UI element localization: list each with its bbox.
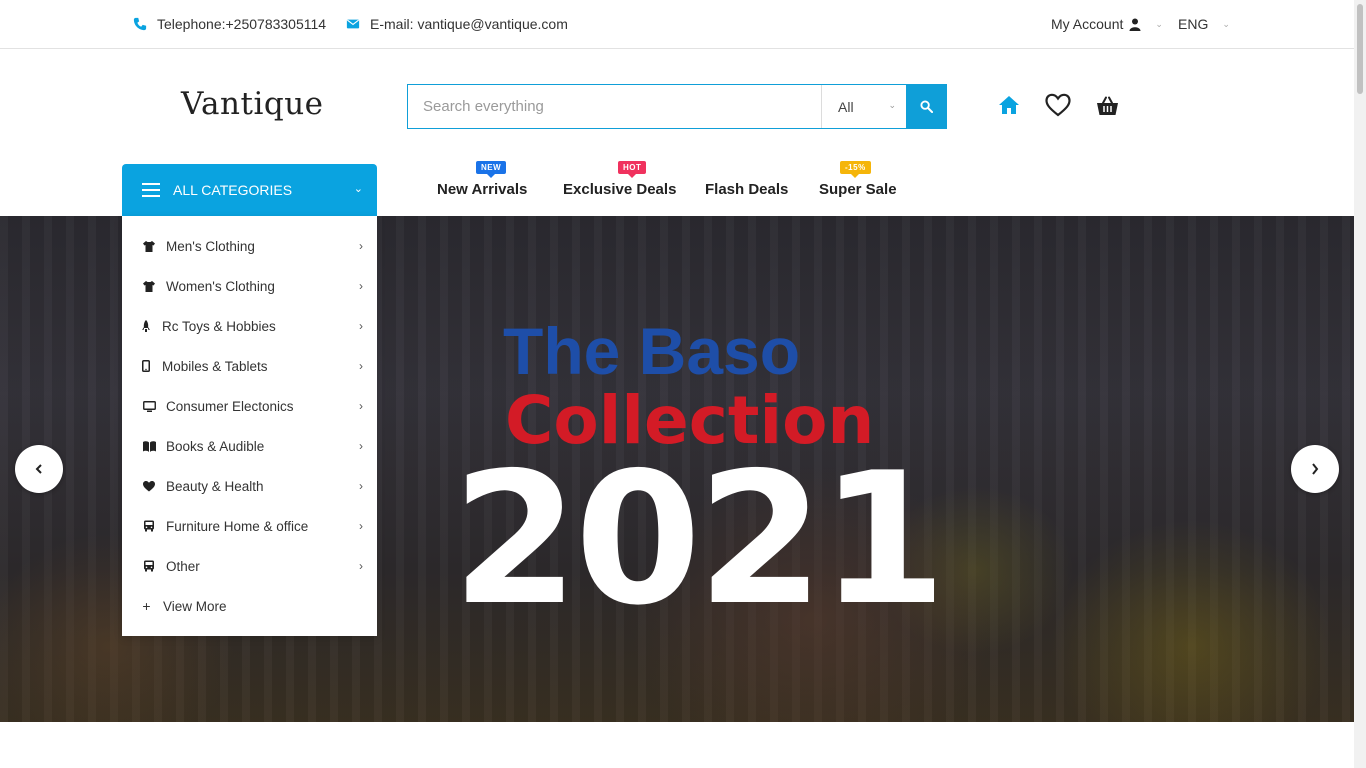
category-label: Women's Clothing (166, 278, 275, 294)
nav-super-sale[interactable]: Super Sale (819, 181, 897, 198)
home-icon (999, 96, 1019, 114)
category-label: Mobiles & Tablets (162, 358, 268, 374)
nav-new-arrivals[interactable]: New Arrivals (437, 181, 527, 198)
monitor-icon (142, 399, 156, 413)
search-scope-select[interactable]: All ⌄ (821, 85, 906, 128)
nav-super-sale-label: Super Sale (819, 181, 897, 198)
search-bar: All ⌄ (407, 84, 947, 129)
search-button[interactable] (906, 85, 946, 128)
my-account-label: My Account (1051, 16, 1124, 32)
envelope-icon (346, 19, 360, 29)
plus-icon: + (142, 598, 151, 614)
nav-exclusive-deals[interactable]: Exclusive Deals (563, 181, 676, 198)
chevron-right-icon: › (359, 399, 363, 413)
category-item-furniture[interactable]: Furniture Home & office › (122, 506, 377, 546)
category-item-other[interactable]: Other › (122, 546, 377, 586)
view-more-link[interactable]: + View More (122, 586, 377, 626)
category-menu: Men's Clothing › Women's Clothing › Rc T… (122, 216, 377, 636)
category-label: Rc Toys & Hobbies (162, 318, 276, 334)
hot-badge: HOT (618, 161, 647, 178)
view-more-label: View More (163, 598, 227, 614)
chevron-left-icon (35, 464, 42, 474)
category-item-mens-clothing[interactable]: Men's Clothing › (122, 226, 377, 266)
chevron-right-icon: › (359, 439, 363, 453)
phone-text: Telephone:+250783305114 (157, 16, 327, 32)
category-item-consumer-electronics[interactable]: Consumer Electonics › (122, 386, 377, 426)
email-contact[interactable]: E-mail: vantique@vantique.com (346, 16, 568, 32)
phone-contact[interactable]: Telephone:+250783305114 (133, 16, 326, 32)
search-icon (919, 100, 933, 113)
nav-new-arrivals-label: New Arrivals (437, 181, 528, 198)
chevron-down-icon: ⌄ (1222, 18, 1230, 29)
category-label: Consumer Electonics (166, 398, 294, 414)
all-categories-label: ALL CATEGORIES (173, 182, 293, 198)
category-item-books-audible[interactable]: Books & Audible › (122, 426, 377, 466)
heart-icon (142, 479, 156, 493)
search-scope-value: All (838, 98, 854, 115)
mobile-icon (142, 359, 150, 373)
search-input[interactable] (408, 85, 821, 128)
slider-next-button[interactable] (1291, 445, 1339, 493)
nav-exclusive-deals-label: Exclusive Deals (563, 181, 677, 198)
chevron-right-icon: › (359, 559, 363, 573)
language-label: ENG (1178, 16, 1209, 32)
nav-flash-deals-label: Flash Deals (705, 181, 789, 198)
hero-title-line1: The Baso (503, 314, 801, 388)
tshirt-icon (142, 279, 156, 293)
category-item-rc-toys[interactable]: Rc Toys & Hobbies › (122, 306, 377, 346)
new-badge: NEW (476, 161, 507, 178)
hamburger-icon (142, 183, 160, 197)
rocket-icon (142, 319, 150, 333)
all-categories-button[interactable]: ALL CATEGORIES ⌄ (122, 164, 377, 216)
chevron-right-icon: › (359, 319, 363, 333)
page-scrollbar[interactable] (1354, 0, 1366, 768)
basket-icon (1097, 96, 1118, 115)
scrollbar-thumb[interactable] (1357, 4, 1363, 94)
discount-badge: -15% (840, 161, 871, 178)
category-item-womens-clothing[interactable]: Women's Clothing › (122, 266, 377, 306)
user-icon (1129, 18, 1141, 31)
home-button[interactable] (998, 94, 1020, 121)
category-label: Other (166, 558, 200, 574)
nav-flash-deals[interactable]: Flash Deals (705, 181, 788, 198)
chevron-right-icon: › (359, 519, 363, 533)
tshirt-icon (142, 239, 156, 253)
my-account-dropdown[interactable]: My Account ⌄ (1051, 16, 1163, 32)
bus-icon (142, 519, 156, 533)
category-label: Furniture Home & office (166, 518, 309, 534)
category-label: Books & Audible (166, 438, 265, 454)
top-bar: Telephone:+250783305114 E-mail: vantique… (0, 0, 1354, 49)
wishlist-button[interactable] (1045, 93, 1071, 122)
category-item-beauty-health[interactable]: Beauty & Health › (122, 466, 377, 506)
cart-button[interactable] (1096, 96, 1119, 121)
page-content-start (0, 722, 1354, 768)
heart-icon (1045, 93, 1071, 117)
chevron-down-icon: ⌄ (1155, 18, 1163, 29)
category-item-mobiles-tablets[interactable]: Mobiles & Tablets › (122, 346, 377, 386)
chevron-right-icon: › (359, 479, 363, 493)
chevron-down-icon: ⌄ (353, 183, 363, 195)
chevron-down-icon: ⌄ (888, 100, 896, 110)
phone-icon (133, 17, 147, 31)
email-text: E-mail: vantique@vantique.com (370, 16, 568, 32)
chevron-right-icon: › (359, 279, 363, 293)
hero-year: 2021 (452, 433, 947, 645)
site-logo[interactable]: Vantique (181, 86, 324, 122)
bus-icon (142, 559, 156, 573)
category-label: Beauty & Health (166, 478, 264, 494)
category-label: Men's Clothing (166, 238, 255, 254)
slider-prev-button[interactable] (15, 445, 63, 493)
chevron-right-icon: › (359, 239, 363, 253)
language-dropdown[interactable]: ENG ⌄ (1178, 16, 1230, 32)
book-icon (142, 439, 156, 453)
chevron-right-icon (1312, 463, 1319, 475)
chevron-right-icon: › (359, 359, 363, 373)
